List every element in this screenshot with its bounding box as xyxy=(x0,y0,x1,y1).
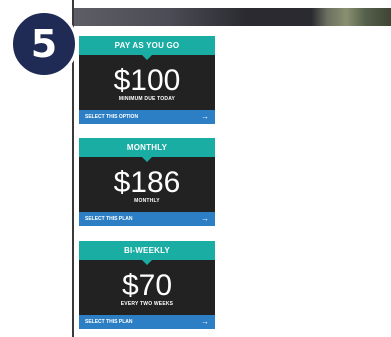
plan-price-panel: $100 MINIMUM DUE TODAY xyxy=(79,55,215,110)
browser-top-bar xyxy=(72,8,391,26)
plan-caption: MINIMUM DUE TODAY xyxy=(118,96,176,102)
select-option-button[interactable]: SELECT THIS OPTION → xyxy=(79,110,215,124)
select-plan-button[interactable]: SELECT THIS PLAN → xyxy=(79,315,215,329)
select-button-label: SELECT THIS PLAN xyxy=(85,216,133,222)
select-button-label: SELECT THIS OPTION xyxy=(85,114,139,120)
arrow-right-icon: → xyxy=(201,112,209,121)
step-number-badge: 5 xyxy=(10,10,78,78)
arrow-right-icon: → xyxy=(201,317,209,326)
select-button-label: SELECT THIS PLAN xyxy=(85,319,133,325)
plan-price: $70 xyxy=(121,269,173,302)
plan-caption: EVERY TWO WEEKS xyxy=(120,301,174,307)
plan-title: BI-WEEKLY xyxy=(79,241,215,265)
plan-caption: MONTHLY xyxy=(134,198,160,204)
plan-card-bi-weekly: BI-WEEKLY $70 EVERY TWO WEEKS SELECT THI… xyxy=(79,241,215,329)
plan-title: MONTHLY xyxy=(79,138,215,162)
step-number: 5 xyxy=(30,22,58,66)
select-plan-button[interactable]: SELECT THIS PLAN → xyxy=(79,212,215,226)
screenshot-stage: 5 PAY AS YOU GO $100 MINIMUM DUE TODAY S… xyxy=(0,0,391,337)
plan-price: $100 xyxy=(113,64,181,97)
plan-price-panel: $70 EVERY TWO WEEKS xyxy=(79,260,215,315)
arrow-right-icon: → xyxy=(201,214,209,223)
plan-card-monthly: MONTHLY $186 MONTHLY SELECT THIS PLAN → xyxy=(79,138,215,226)
plan-price-panel: $186 MONTHLY xyxy=(79,157,215,212)
plan-price: $186 xyxy=(113,166,181,199)
plan-title: PAY AS YOU GO xyxy=(79,36,215,60)
plan-card-pay-as-you-go: PAY AS YOU GO $100 MINIMUM DUE TODAY SEL… xyxy=(79,36,215,124)
